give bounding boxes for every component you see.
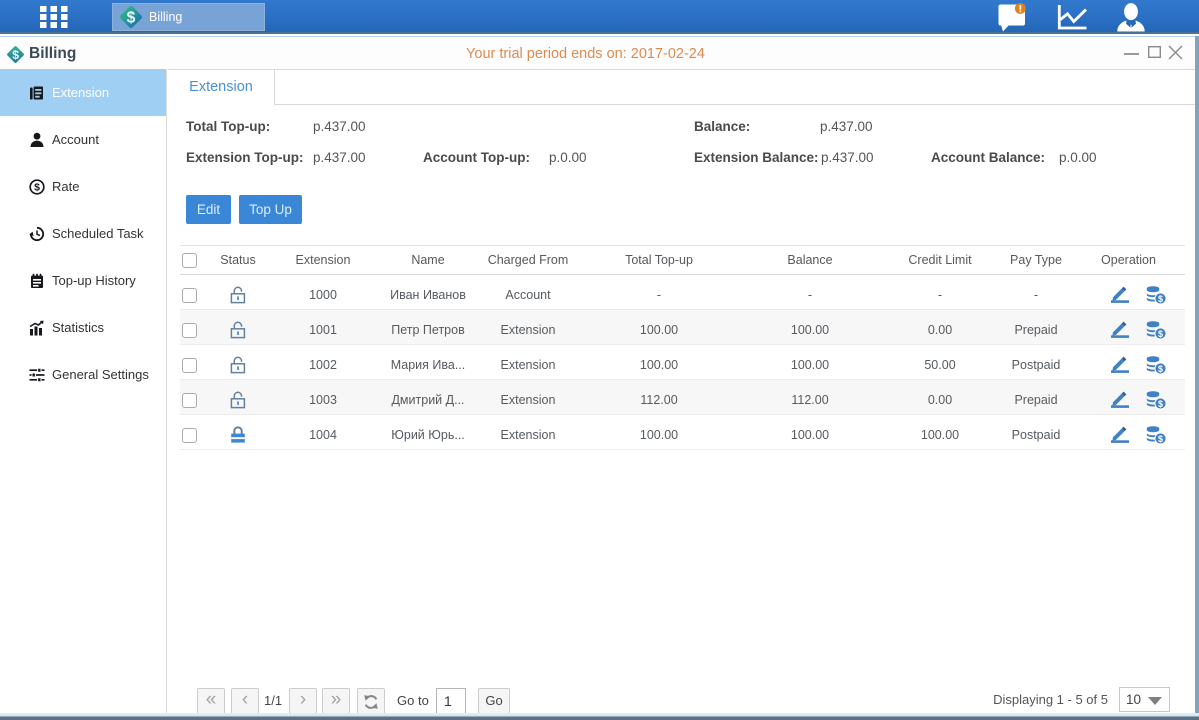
svg-text:$: $ (1158, 294, 1163, 304)
svg-text:$: $ (1158, 364, 1163, 374)
svg-text:$: $ (127, 9, 136, 26)
svg-text:$: $ (1158, 434, 1163, 444)
svg-text:$: $ (1158, 399, 1163, 409)
svg-text:$: $ (34, 181, 40, 193)
svg-text:$: $ (1158, 329, 1163, 339)
